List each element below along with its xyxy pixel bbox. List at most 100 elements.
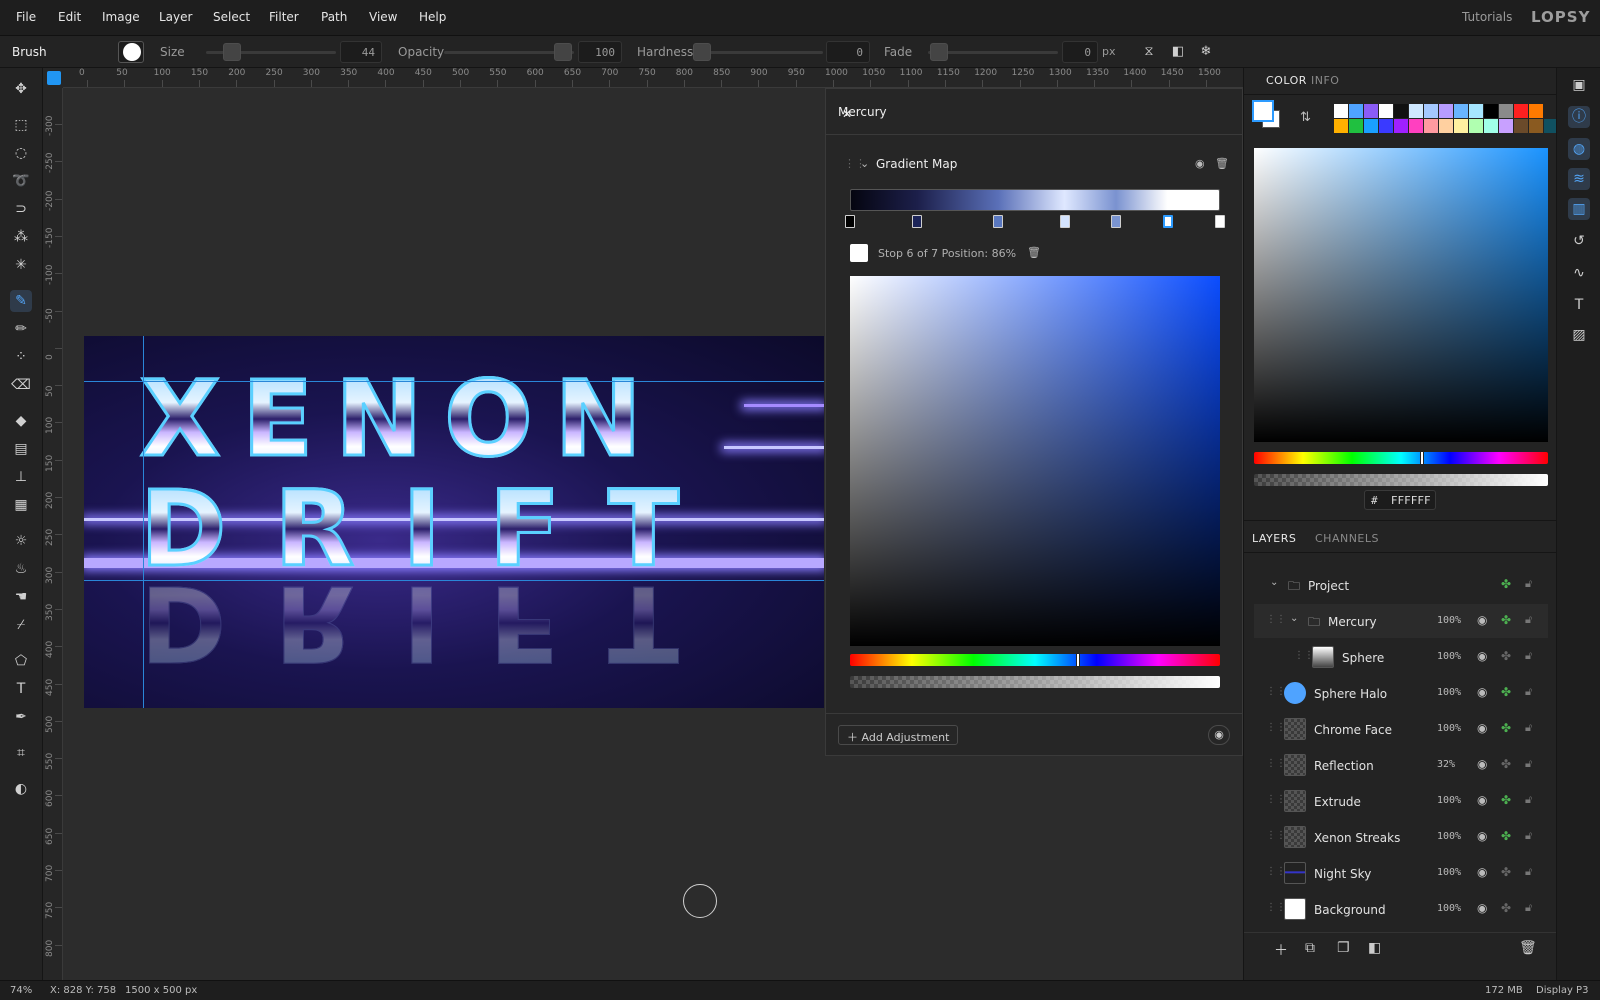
drag-handle-icon[interactable]: ⋮⋮ (1266, 722, 1286, 733)
paths-icon[interactable]: ∿ (1568, 262, 1590, 284)
eyedropper-icon[interactable]: ⌿ (10, 614, 32, 636)
smudge-icon[interactable]: ☚ (10, 586, 32, 608)
eye-icon[interactable]: ◉ (1477, 721, 1487, 735)
burn-icon[interactable]: ♨ (10, 558, 32, 580)
palette-swatch[interactable] (1454, 119, 1468, 133)
delete-stop-icon[interactable]: 🗑 (1027, 246, 1041, 259)
drag-handle-icon[interactable]: ⋮⋮ (1266, 902, 1286, 913)
drag-handle-icon[interactable]: ⋮⋮ (1266, 614, 1286, 625)
lock-icon[interactable]: 🔓︎ (1525, 793, 1532, 807)
guide-horizontal[interactable] (84, 381, 824, 382)
palette-swatch[interactable] (1439, 104, 1453, 118)
add-layer-icon[interactable]: ＋ (1274, 940, 1288, 960)
stamp-icon[interactable]: ⊥ (10, 466, 32, 488)
brush-preset-picker[interactable] (118, 41, 144, 63)
menu-help[interactable]: Help (419, 10, 446, 24)
foreground-color-swatch[interactable] (1252, 100, 1274, 122)
layer-row[interactable]: ⋮⋮ Extrude 100% ◉ ✤ 🔓︎ (1254, 784, 1548, 818)
gradient-stop[interactable] (911, 215, 922, 228)
swap-colors-icon[interactable]: ⇅ (1300, 110, 1311, 125)
chevron-down-icon[interactable]: ⌄ (1270, 577, 1278, 588)
preview-toggle-icon[interactable]: ◉ (1208, 725, 1230, 745)
palette-swatch[interactable] (1349, 119, 1363, 133)
eye-icon[interactable]: ◉ (1477, 613, 1487, 627)
lock-icon[interactable]: 🔓︎ (1525, 901, 1532, 915)
palette-swatch[interactable] (1394, 104, 1408, 118)
pattern-icon[interactable]: ▦ (10, 494, 32, 516)
palette-swatch[interactable] (1439, 119, 1453, 133)
palette-swatch[interactable] (1529, 104, 1543, 118)
drag-handle-icon[interactable]: ⋮⋮ (1294, 650, 1314, 661)
effects-icon[interactable]: ✤ (1501, 829, 1511, 843)
magic-wand-icon[interactable]: ⁂ (10, 226, 32, 248)
effects-icon[interactable]: ✤ (1501, 901, 1511, 915)
palette-swatch[interactable] (1484, 104, 1498, 118)
stop-color-field[interactable] (850, 276, 1220, 646)
guide-horizontal[interactable] (84, 580, 824, 581)
lock-icon[interactable]: 🔓︎ (1525, 649, 1532, 663)
menu-filter[interactable]: Filter (269, 10, 299, 24)
menu-edit[interactable]: Edit (58, 10, 81, 24)
menu-path[interactable]: Path (321, 10, 347, 24)
ruler-corner[interactable] (43, 68, 63, 88)
duplicate-layer-icon[interactable]: ❐ (1337, 940, 1350, 956)
quick-select-icon[interactable]: ✳ (10, 254, 32, 276)
delete-layer-icon[interactable]: 🗑 (1519, 940, 1537, 956)
palette-swatch[interactable] (1499, 104, 1513, 118)
symmetry-icon[interactable]: ⧖ (1141, 44, 1157, 60)
gradient-stop[interactable] (1163, 215, 1174, 228)
drag-handle-icon[interactable]: ⋮⋮ (1266, 758, 1286, 769)
gradient-stop[interactable] (1111, 215, 1122, 228)
stop-color-swatch[interactable] (850, 244, 868, 262)
palette-swatch[interactable] (1424, 119, 1438, 133)
contrast-icon[interactable]: ◐ (10, 778, 32, 800)
eraser-icon[interactable]: ⌫ (10, 374, 32, 396)
eye-icon[interactable]: ◉ (1477, 865, 1487, 879)
mask-layer-icon[interactable]: ◧ (1368, 940, 1381, 956)
hardness-slider-handle[interactable] (693, 43, 711, 61)
ellipse-select-icon[interactable]: ◌ (10, 142, 32, 164)
character-icon[interactable]: T (1568, 294, 1590, 316)
palette-swatch[interactable] (1364, 119, 1378, 133)
palette-swatch[interactable] (1409, 119, 1423, 133)
tab-color[interactable]: COLOR (1266, 74, 1307, 87)
lock-icon[interactable]: 🔓︎ (1525, 757, 1532, 771)
drag-handle-icon[interactable]: ⋮⋮ (1266, 794, 1286, 805)
canvas-artwork[interactable]: XENON DRIFT DRIFT (84, 336, 824, 708)
menu-file[interactable]: File (16, 10, 36, 24)
gradient-stop[interactable] (1059, 215, 1070, 228)
palette-swatch[interactable] (1484, 119, 1498, 133)
palette-swatch[interactable] (1454, 104, 1468, 118)
eye-icon[interactable]: ◉ (1477, 649, 1487, 663)
menu-view[interactable]: View (369, 10, 397, 24)
stop-hue-handle[interactable] (1076, 653, 1080, 667)
tab-channels[interactable]: CHANNELS (1315, 532, 1379, 545)
lock-icon[interactable]: 🔓︎ (1525, 829, 1532, 843)
guide-vertical[interactable] (143, 336, 144, 708)
horizontal-ruler[interactable]: 0 50 100 150 200 250 300 350 400 450 500 550 600 650 7… (63, 68, 1243, 88)
spray-icon[interactable]: ⁘ (10, 346, 32, 368)
effects-icon[interactable]: ✤ (1501, 685, 1511, 699)
gradient-bar[interactable] (850, 189, 1220, 211)
palette-swatch[interactable] (1469, 104, 1483, 118)
palette-swatch[interactable] (1424, 104, 1438, 118)
layer-row[interactable]: ⋮⋮ Chrome Face 100% ◉ ✤ 🔓︎ (1254, 712, 1548, 746)
palette-swatch[interactable] (1469, 119, 1483, 133)
mirror-icon[interactable]: ◧ (1170, 44, 1186, 60)
drag-handle-icon[interactable]: ⋮⋮ (1266, 686, 1286, 697)
color-field[interactable] (1254, 148, 1548, 442)
menu-image[interactable]: Image (102, 10, 140, 24)
hardness-input[interactable]: 0 (826, 41, 870, 63)
alpha-slider[interactable] (1254, 474, 1548, 486)
lock-icon[interactable]: 🔓︎ (1525, 865, 1532, 879)
layer-row[interactable]: ⌄ 🗀 Project ✤ 🔓︎ (1254, 568, 1548, 602)
pen-icon[interactable]: ✒ (10, 706, 32, 728)
chevron-down-icon[interactable]: ⌄ (860, 157, 869, 170)
palette-swatch[interactable] (1334, 119, 1348, 133)
effects-icon[interactable]: ✤ (1501, 721, 1511, 735)
tutorials-link[interactable]: Tutorials (1462, 10, 1512, 24)
add-group-icon[interactable]: ⧉ (1305, 940, 1315, 956)
gradient-icon[interactable]: ▤ (10, 438, 32, 460)
effects-icon[interactable]: ✤ (1501, 613, 1511, 627)
tab-info[interactable]: INFO (1311, 74, 1339, 87)
